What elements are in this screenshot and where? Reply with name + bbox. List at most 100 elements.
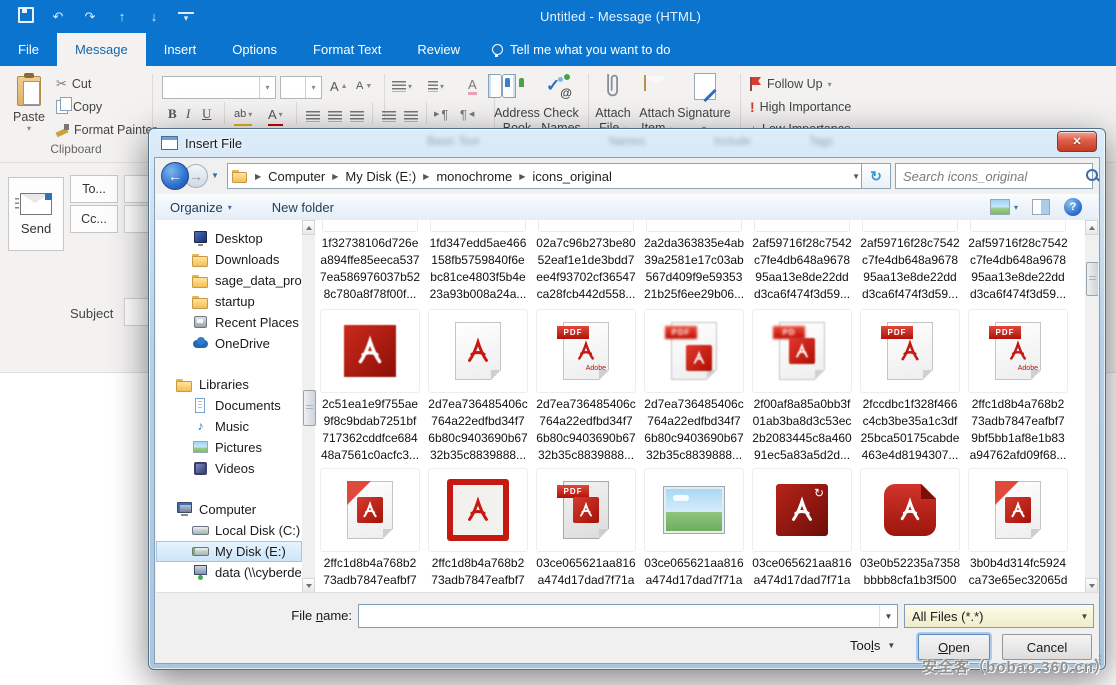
to-button[interactable]: To... xyxy=(70,175,118,203)
file-item[interactable]: 2af59716f28c7542 c7fe4db648a9678 95aa13e… xyxy=(752,220,852,303)
font-name-combo[interactable]: ▾ xyxy=(162,76,276,99)
copy-button[interactable]: Copy xyxy=(56,97,102,117)
sidebar-item-videos[interactable]: Videos xyxy=(156,458,302,479)
attach-item-button[interactable] xyxy=(644,76,646,90)
breadcrumb-segment[interactable]: icons_original xyxy=(532,169,612,184)
file-item[interactable]: 2c51ea1e9f755ae 9f8c9bdab7251bf 717362cd… xyxy=(320,309,420,464)
format-painter-button[interactable]: Format Painter xyxy=(56,120,157,140)
file-item[interactable]: PDFAdobe2ffc1d8b4a768b2 73adb7847eafbf7 … xyxy=(968,309,1068,464)
align-center-button[interactable] xyxy=(328,106,342,126)
high-importance-button[interactable]: ! High Importance xyxy=(750,97,851,117)
file-item[interactable]: PDF2fccdbc1f328f466 c4cb3be35a1c3df 25bc… xyxy=(860,309,960,464)
file-list-scrollbar[interactable] xyxy=(1085,220,1098,593)
file-item[interactable]: 1f32738106d726e a894ffe85eeca537 7ea5869… xyxy=(320,220,420,303)
text-highlight-button[interactable]: ab▾ xyxy=(234,104,252,124)
file-item[interactable]: 2ffc1d8b4a768b2 73adb7847eafbf7 xyxy=(320,468,420,589)
shrink-font-button[interactable]: A▼ xyxy=(356,76,372,96)
italic-button[interactable]: I xyxy=(186,104,190,124)
file-item[interactable]: 03ce065621aa816 a474d17dad7f71a xyxy=(644,468,744,589)
file-item[interactable]: 2d7ea736485406c 764a22edfbd34f7 6b80c940… xyxy=(428,309,528,464)
breadcrumb-separator-icon[interactable]: ▶ xyxy=(255,172,261,181)
sidebar-item-libraries[interactable]: Libraries xyxy=(156,374,302,395)
back-button[interactable]: ← xyxy=(161,162,189,190)
file-item[interactable]: 02a7c96b273be80 52eaf1e1de3bdd7 ee4f9370… xyxy=(536,220,636,303)
cut-button[interactable]: ✂ Cut xyxy=(56,74,91,94)
clear-formatting-button[interactable]: A xyxy=(468,76,477,96)
search-input[interactable] xyxy=(896,169,1085,184)
file-item[interactable]: PDF2d7ea736485406c 764a22edfbd34f7 6b80c… xyxy=(644,309,744,464)
breadcrumb-separator-icon[interactable]: ▶ xyxy=(332,172,338,181)
search-box[interactable] xyxy=(895,163,1093,189)
tab-format-text[interactable]: Format Text xyxy=(295,33,399,66)
file-item[interactable]: PDF03ce065621aa816 a474d17dad7f71a xyxy=(536,468,636,589)
address-dropdown-icon[interactable]: ▼ xyxy=(852,172,860,181)
sidebar-item-sage-data-produ[interactable]: sage_data_produ xyxy=(156,270,302,291)
scroll-down-arrow[interactable] xyxy=(302,578,315,593)
file-item[interactable]: 2ffc1d8b4a768b2 73adb7847eafbf7 xyxy=(428,468,528,589)
tree-scrollbar-thumb[interactable] xyxy=(303,390,316,426)
cc-field[interactable] xyxy=(124,205,149,233)
breadcrumb-separator-icon[interactable]: ▶ xyxy=(519,172,525,181)
sidebar-item-data-cyberdev[interactable]: data (\\cyberdev xyxy=(156,562,302,583)
align-left-button[interactable] xyxy=(306,106,320,126)
send-button[interactable]: Send xyxy=(8,177,64,251)
tab-review[interactable]: Review xyxy=(399,33,478,66)
file-item[interactable]: 1fd347edd5ae466 158fb5759840f6e bc81ce48… xyxy=(428,220,528,303)
file-item[interactable]: PDFAdobe2d7ea736485406c 764a22edfbd34f7 … xyxy=(536,309,636,464)
breadcrumb-segment[interactable]: My Disk (E:) xyxy=(345,169,416,184)
file-list-scrollbar-thumb[interactable] xyxy=(1086,262,1098,296)
bold-button[interactable]: B xyxy=(168,104,177,124)
file-item[interactable]: ↻03ce065621aa816 a474d17dad7f71a xyxy=(752,468,852,589)
sidebar-item-onedrive[interactable]: OneDrive xyxy=(156,333,302,354)
dialog-titlebar[interactable]: Insert File Basic TextNamesIncludeTags xyxy=(149,129,1105,157)
file-item[interactable]: PD2f00af8a85a0bb3f 01ab3ba8d3c53ec 2b208… xyxy=(752,309,852,464)
sidebar-item-downloads[interactable]: ↓Downloads xyxy=(156,249,302,270)
decrease-indent-button[interactable] xyxy=(382,106,396,126)
increase-indent-button[interactable] xyxy=(404,106,418,126)
ltr-direction-button[interactable]: ▶¶ xyxy=(434,104,448,124)
customize-qat-icon[interactable]: ▾ xyxy=(178,12,194,21)
breadcrumb-separator-icon[interactable]: ▶ xyxy=(423,172,429,181)
scroll-down-arrow[interactable] xyxy=(1085,578,1098,593)
attach-file-button[interactable] xyxy=(602,72,620,107)
breadcrumb-segment[interactable]: monochrome xyxy=(436,169,512,184)
file-item[interactable]: 2a2da363835e4ab 39a2581e17c03ab 567d409f… xyxy=(644,220,744,303)
sidebar-item-music[interactable]: ♪Music xyxy=(156,416,302,437)
sidebar-item-startup[interactable]: startup xyxy=(156,291,302,312)
underline-button[interactable]: U xyxy=(202,104,211,124)
cc-button[interactable]: Cc... xyxy=(70,205,118,233)
file-type-select[interactable]: All Files (*.*) ▼ xyxy=(904,604,1094,628)
signature-button[interactable] xyxy=(694,73,716,103)
tell-me-box[interactable]: Tell me what you want to do xyxy=(478,33,670,66)
numbering-button[interactable]: ▾ xyxy=(428,76,444,96)
bullets-button[interactable]: ▾ xyxy=(392,76,412,96)
file-name-input[interactable] xyxy=(359,605,879,627)
organize-button[interactable]: Organize▾ xyxy=(160,194,242,220)
file-item[interactable]: 2af59716f28c7542 c7fe4db648a9678 95aa13e… xyxy=(860,220,960,303)
sidebar-item-desktop[interactable]: Desktop xyxy=(156,228,302,249)
tab-message[interactable]: Message xyxy=(57,33,146,66)
sidebar-item-recent-places[interactable]: Recent Places xyxy=(156,312,302,333)
search-icon[interactable] xyxy=(1085,168,1086,184)
sidebar-item-local-disk-c[interactable]: Local Disk (C:) xyxy=(156,520,302,541)
tab-file[interactable]: File xyxy=(0,33,57,66)
tree-scrollbar[interactable] xyxy=(302,220,315,593)
file-item[interactable]: 2af59716f28c7542 c7fe4db648a9678 95aa13e… xyxy=(968,220,1068,303)
sidebar-item-documents[interactable]: Documents xyxy=(156,395,302,416)
close-button[interactable]: ✕ xyxy=(1057,131,1097,152)
previous-item-icon[interactable]: ↑ xyxy=(114,9,130,24)
subject-field[interactable] xyxy=(124,298,149,326)
grow-font-button[interactable]: A▲ xyxy=(330,76,348,96)
sidebar-item-computer[interactable]: Computer xyxy=(156,499,302,520)
tab-options[interactable]: Options xyxy=(214,33,295,66)
to-field[interactable] xyxy=(124,175,149,203)
chevron-down-icon[interactable]: ▼ xyxy=(1076,612,1093,621)
next-item-icon[interactable]: ↓ xyxy=(146,9,162,24)
help-button[interactable]: ? xyxy=(1064,198,1082,216)
chevron-down-icon[interactable]: ▼ xyxy=(879,605,897,627)
check-names-button[interactable]: ✓@ xyxy=(546,74,572,101)
follow-up-button[interactable]: Follow Up▾ xyxy=(750,74,832,94)
font-color-button[interactable]: A▾ xyxy=(268,104,283,124)
sidebar-item-my-disk-e[interactable]: My Disk (E:) xyxy=(156,541,302,562)
breadcrumb-segment[interactable]: Computer xyxy=(268,169,325,184)
